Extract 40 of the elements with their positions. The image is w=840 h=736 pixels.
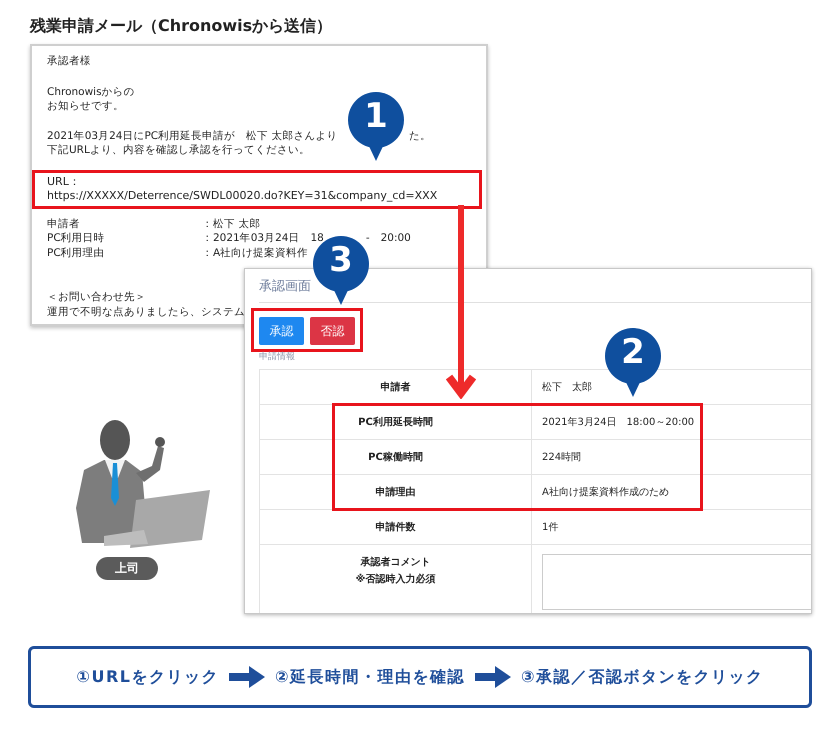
role-badge: 上司 xyxy=(96,557,158,580)
email-text: 下記URLより、内容を確認し承認を行ってください。 xyxy=(47,143,311,158)
approve-button[interactable]: 承認 xyxy=(259,317,304,345)
row-value: 2021年3月24日 18:00～20:00 xyxy=(541,416,696,430)
row-value: A社向け提案資料作成のため xyxy=(541,486,670,500)
row-value: 松下 太郎 xyxy=(541,380,593,395)
row-label: 申請者 xyxy=(260,370,532,404)
field-label: PC利用理由 xyxy=(47,246,106,260)
field-label: PC利用日時 xyxy=(47,231,106,246)
step-text: ①URLをクリック xyxy=(76,666,219,688)
row-label: PC利用延長時間 xyxy=(260,405,532,439)
comment-field[interactable] xyxy=(542,554,811,610)
row-label: PC稼働時間 xyxy=(260,440,532,474)
contact-text: 運用で不明な点ありましたら、システム xyxy=(47,304,246,319)
row-note: ※否認時入力必須 xyxy=(356,572,436,586)
step-text: ②延長時間・理由を確認 xyxy=(274,666,466,688)
url-link[interactable]: https://XXXXX/Deterrence/SWDL00020.do?KEY=31&company_cd=XXX xyxy=(47,189,467,204)
step-text: ③承認／否認ボタンをクリック xyxy=(521,666,764,688)
field-value: - 20:00 xyxy=(366,231,411,246)
arrow-right-icon xyxy=(228,666,265,688)
email-text: た。 xyxy=(409,128,431,143)
contact-heading: ＜お問い合わせ先＞ xyxy=(47,290,147,304)
field-value: ：2021年03月24日 18 xyxy=(202,231,324,246)
row-label: 承認者コメント xyxy=(360,556,430,569)
section-label: 申請情報 xyxy=(259,352,296,363)
field-label: 申請者 xyxy=(47,216,81,231)
field-value: ：A社向け提案資料作 xyxy=(202,246,308,260)
page-title: 残業申請メール（Chronowisから送信） xyxy=(30,16,332,37)
email-text: 2021年03月24日にPC利用延長申請が 松下 太郎さんより xyxy=(47,128,338,143)
row-label: 申請件数 xyxy=(260,510,532,544)
email-text: お知らせです。 xyxy=(47,99,125,114)
reject-button[interactable]: 否認 xyxy=(310,317,355,345)
row-label: 申請理由 xyxy=(260,475,532,509)
field-value: ：松下 太郎 xyxy=(202,216,260,231)
url-label: URL： xyxy=(47,174,81,189)
row-value: 1件 xyxy=(541,521,560,535)
arrow-right-icon xyxy=(475,666,512,688)
email-text: Chronowisからの xyxy=(47,84,136,99)
row-value: 224時間 xyxy=(541,450,582,465)
email-greeting: 承認者様 xyxy=(47,54,92,68)
